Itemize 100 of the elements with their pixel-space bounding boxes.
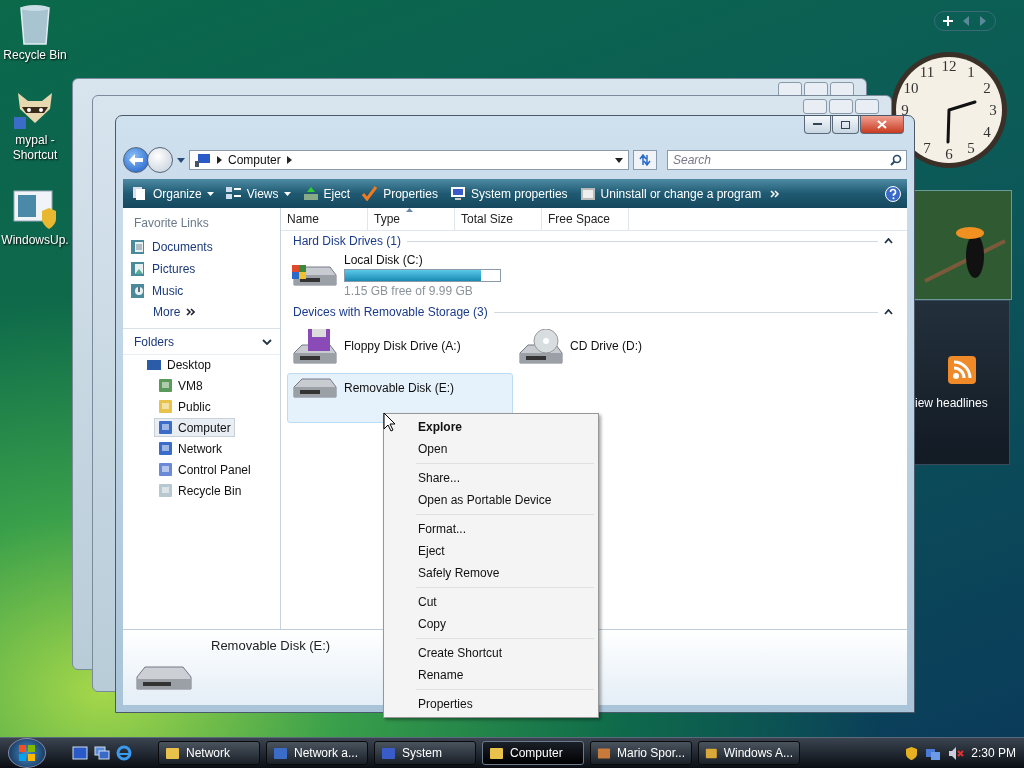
more-link[interactable]: More bbox=[123, 302, 280, 322]
refresh-button[interactable] bbox=[633, 150, 657, 170]
clock-numeral: 11 bbox=[919, 63, 935, 80]
speaker-muted-icon[interactable] bbox=[948, 745, 965, 761]
chevron-icon[interactable] bbox=[286, 156, 292, 164]
search-icon[interactable] bbox=[890, 154, 902, 166]
column-header[interactable]: Free Space bbox=[542, 208, 629, 230]
menu-item[interactable]: Open bbox=[386, 438, 596, 460]
clock-numeral: 10 bbox=[903, 80, 919, 96]
pages-icon bbox=[132, 186, 148, 201]
switch-windows-icon[interactable] bbox=[94, 746, 110, 760]
more-chevron-icon[interactable] bbox=[770, 189, 781, 198]
menu-item[interactable]: Copy bbox=[386, 613, 596, 635]
drive-item[interactable]: Floppy Disk Drive (A:) bbox=[287, 321, 513, 371]
help-icon[interactable] bbox=[885, 185, 901, 202]
folders-header[interactable]: Folders bbox=[134, 335, 174, 349]
sort-arrow-icon bbox=[405, 208, 413, 212]
menu-item[interactable]: Create Shortcut bbox=[386, 642, 596, 664]
menu-item[interactable]: Rename bbox=[386, 664, 596, 686]
check-icon bbox=[362, 186, 379, 201]
desktop-icon-label[interactable]: WindowsUp. bbox=[1, 233, 69, 248]
back-arrow-icon bbox=[129, 154, 143, 166]
chevron-icon[interactable] bbox=[262, 339, 272, 345]
maximize-button[interactable] bbox=[832, 116, 859, 134]
tree-item[interactable]: Network bbox=[154, 439, 226, 458]
menu-item[interactable]: Safely Remove bbox=[386, 562, 596, 584]
maximize-icon bbox=[841, 120, 850, 129]
dropdown-icon[interactable] bbox=[177, 157, 185, 163]
menu-item[interactable]: Eject bbox=[386, 540, 596, 562]
address-bar[interactable]: Computer bbox=[189, 150, 629, 170]
clock-numeral: 9 bbox=[901, 102, 909, 118]
toolbar-button[interactable]: System properties bbox=[446, 184, 571, 203]
clock-numeral: 4 bbox=[983, 124, 991, 140]
clock-time[interactable]: 2:30 PM bbox=[971, 746, 1016, 760]
column-header[interactable]: Total Size bbox=[455, 208, 542, 230]
desktop-icon-label[interactable]: mypal - Shortcut bbox=[1, 133, 69, 163]
section-title: Favorite Links bbox=[133, 216, 210, 230]
favorite-link[interactable]: Documents bbox=[123, 236, 280, 258]
menu-item[interactable]: Open as Portable Device bbox=[386, 489, 596, 511]
taskbar-button[interactable]: Mario Spor... bbox=[590, 741, 692, 765]
taskbar-button[interactable]: Windows A... bbox=[698, 741, 800, 765]
drive-label: Local Disk (C:) bbox=[344, 252, 424, 267]
collapse-icon[interactable] bbox=[884, 309, 893, 315]
drive-label: CD Drive (D:) bbox=[570, 339, 642, 353]
clock-numeral: 7 bbox=[923, 140, 931, 157]
close-button[interactable] bbox=[860, 116, 904, 134]
chevron-icon bbox=[186, 308, 196, 316]
selected-item-name: Removable Disk (E:) bbox=[211, 638, 331, 653]
drive-item[interactable]: CD Drive (D:) bbox=[513, 321, 739, 371]
toolbar-button[interactable]: Eject bbox=[299, 184, 354, 203]
dropdown-icon[interactable] bbox=[615, 157, 623, 163]
menu-item[interactable]: Cut bbox=[386, 591, 596, 613]
favorite-link[interactable]: Music bbox=[123, 280, 280, 302]
taskbar-button[interactable]: System bbox=[374, 741, 476, 765]
clock-hands-drawing bbox=[946, 100, 977, 144]
group-header[interactable]: Hard Disk Drives (1) bbox=[293, 234, 401, 248]
tree-item[interactable]: Public bbox=[154, 397, 215, 416]
rss-icon[interactable] bbox=[948, 355, 976, 384]
start-button[interactable] bbox=[8, 738, 46, 768]
window-shield-icon[interactable] bbox=[12, 189, 58, 231]
menu-item[interactable]: Format... bbox=[386, 518, 596, 540]
breadcrumb[interactable]: Computer bbox=[228, 153, 281, 167]
tree-item[interactable]: VM8 bbox=[154, 376, 207, 395]
menu-item[interactable]: Share... bbox=[386, 467, 596, 489]
taskbar-button[interactable]: Network a... bbox=[266, 741, 368, 765]
music-icon bbox=[130, 283, 146, 299]
clock-numeral: 1 bbox=[967, 63, 975, 80]
toolbar-button[interactable]: Views bbox=[222, 184, 294, 203]
taskbar-button[interactable]: Computer bbox=[482, 741, 584, 765]
back-button[interactable] bbox=[123, 147, 149, 173]
add-icon[interactable] bbox=[943, 16, 954, 26]
cd-drive-icon bbox=[516, 328, 564, 364]
forward-button[interactable] bbox=[147, 147, 173, 173]
close-icon bbox=[877, 120, 887, 129]
clock-numeral: 12 bbox=[941, 58, 957, 74]
views-icon bbox=[225, 186, 242, 201]
toolbar-button[interactable]: Organize bbox=[129, 184, 217, 203]
desktop-icon-label[interactable]: Recycle Bin bbox=[3, 48, 67, 63]
free-space-text: 1.15 GB free of 9.99 GB bbox=[344, 283, 474, 298]
view-headlines-link[interactable]: iew headlines bbox=[915, 395, 988, 410]
collapse-icon[interactable] bbox=[884, 238, 893, 244]
toolbar-button[interactable]: Uninstall or change a program bbox=[576, 184, 765, 203]
minimize-icon bbox=[813, 123, 822, 126]
tree-item[interactable]: Control Panel bbox=[154, 460, 255, 479]
drive-label: Floppy Disk Drive (A:) bbox=[344, 339, 461, 353]
tree-item[interactable]: Recycle Bin bbox=[154, 481, 246, 500]
shield-icon[interactable] bbox=[905, 745, 919, 761]
minimize-button[interactable] bbox=[804, 116, 831, 134]
group-header[interactable]: Devices with Removable Storage (3) bbox=[293, 305, 488, 319]
taskbar-button[interactable]: Network bbox=[158, 741, 260, 765]
menu-item[interactable]: Properties bbox=[386, 693, 596, 715]
tree-item[interactable]: Desktop bbox=[142, 356, 216, 374]
chevron-icon[interactable] bbox=[217, 156, 222, 164]
tree-item[interactable]: Computer bbox=[154, 418, 235, 437]
search-field[interactable]: Search bbox=[667, 150, 907, 170]
toolbar-button[interactable]: Properties bbox=[359, 184, 441, 203]
column-header[interactable]: Name bbox=[281, 208, 368, 230]
favorite-link[interactable]: Pictures bbox=[123, 258, 280, 280]
column-header[interactable]: Type bbox=[368, 208, 455, 230]
drive-item[interactable]: Local Disk (C:) 1.15 GB free of 9.99 GB bbox=[287, 250, 513, 300]
